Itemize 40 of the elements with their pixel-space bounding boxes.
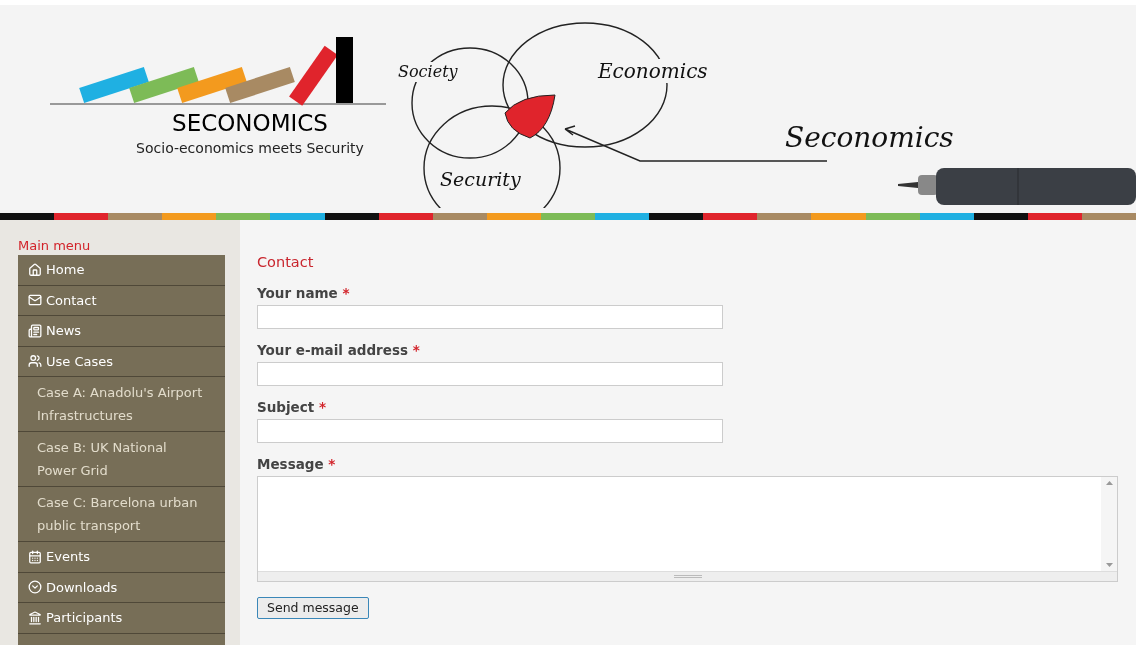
field-label: Your e-mail address * [257, 342, 421, 358]
send-message-button[interactable]: Send message [257, 597, 369, 619]
handwritten-label: Society [398, 62, 458, 82]
input-field[interactable] [257, 362, 723, 386]
download-icon [28, 580, 42, 595]
handwritten-label: Economics [598, 59, 708, 83]
menu-item[interactable]: Downloads [18, 572, 225, 603]
scroll-down-icon[interactable] [1105, 563, 1113, 567]
menu-item[interactable]: Events [18, 542, 225, 573]
mail-icon [28, 293, 42, 308]
landmark-icon [28, 610, 42, 625]
sidebar-title: Main menu [18, 239, 92, 253]
handwritten-label: Security [440, 167, 521, 191]
scroll-up-icon[interactable] [1105, 481, 1113, 485]
calendar-icon [28, 549, 42, 564]
menu-item[interactable]: Contact [18, 285, 225, 316]
submenu-item[interactable]: Case B: UK National Power Grid [18, 432, 225, 487]
menu-item[interactable]: Use Cases [18, 346, 225, 377]
handwritten-title: Seconomics [785, 121, 954, 155]
menu-item[interactable]: Participants [18, 603, 225, 634]
submenu-item[interactable]: Case C: Barcelona urban public transport [18, 487, 225, 542]
input-field[interactable] [257, 419, 723, 443]
field-label: Subject * [257, 399, 327, 415]
tagline: Socio-economics meets Security [136, 139, 364, 158]
menu-item[interactable]: Home [18, 255, 225, 286]
home-icon [28, 262, 42, 277]
resize-handle[interactable] [258, 571, 1117, 581]
menu-item[interactable]: News [18, 316, 225, 347]
message-field[interactable] [257, 476, 1118, 582]
pen-icon [898, 165, 1136, 207]
input-field[interactable] [257, 305, 723, 329]
logo-title: SECONOMICS [172, 109, 328, 138]
submenu-item[interactable]: Case A: Anadolu's Airport Infrastructures [18, 377, 225, 432]
users-icon [28, 354, 42, 369]
page-title: Contact [257, 253, 315, 271]
domino-logo-icon [50, 37, 388, 107]
scrollbar[interactable] [1101, 477, 1117, 571]
field-label: Your name * [257, 285, 351, 301]
field-label: Message * [257, 456, 337, 472]
news-icon [28, 323, 42, 338]
